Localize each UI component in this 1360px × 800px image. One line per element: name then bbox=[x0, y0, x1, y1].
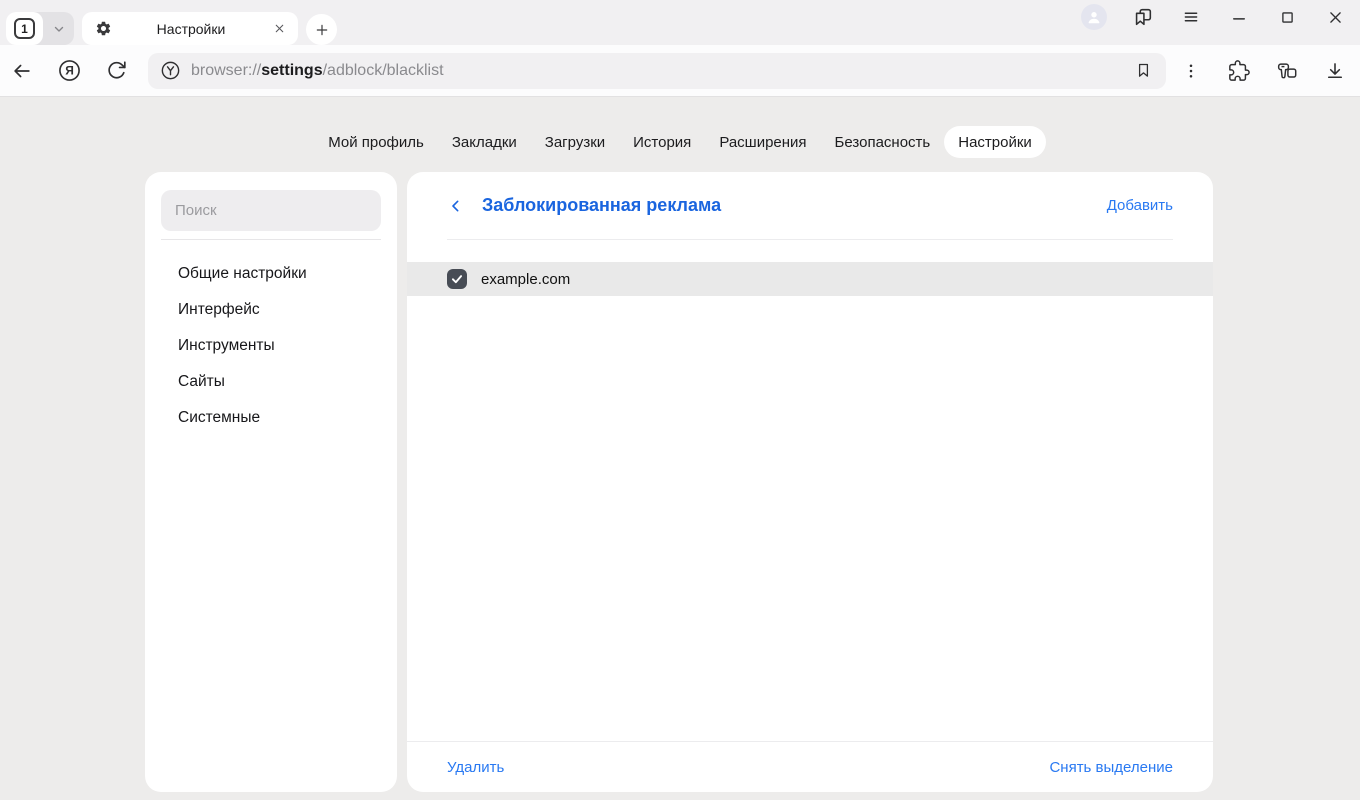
row-domain: example.com bbox=[481, 271, 570, 288]
gear-icon bbox=[95, 20, 112, 37]
address-bar[interactable]: browser://settings/adblock/blacklist bbox=[148, 53, 1166, 89]
nav-tab-profile[interactable]: Мой профиль bbox=[314, 126, 438, 158]
new-tab-button[interactable] bbox=[306, 14, 337, 45]
bookmark-icon[interactable] bbox=[1128, 56, 1158, 86]
page-title: Заблокированная реклама bbox=[482, 195, 721, 216]
reload-icon[interactable] bbox=[104, 59, 128, 83]
sidebar-item-interface[interactable]: Интерфейс bbox=[145, 292, 397, 328]
search-input[interactable] bbox=[161, 190, 381, 231]
browser-window: 1 Настройки bbox=[0, 0, 1360, 800]
sidebar-item-sites[interactable]: Сайты bbox=[145, 364, 397, 400]
panel-footer: Удалить Снять выделение bbox=[407, 742, 1213, 792]
row-checkbox-checked[interactable] bbox=[447, 269, 467, 289]
sidebar-item-general[interactable]: Общие настройки bbox=[145, 256, 397, 292]
svg-text:Я: Я bbox=[65, 64, 74, 78]
toolbar-right bbox=[1179, 59, 1360, 83]
url-highlight: settings bbox=[261, 62, 322, 79]
nav-tab-security[interactable]: Безопасность bbox=[821, 126, 945, 158]
settings-nav: Мой профиль Закладки Загрузки История Ра… bbox=[0, 126, 1360, 158]
nav-tab-extensions[interactable]: Расширения bbox=[705, 126, 820, 158]
tab-count-button[interactable]: 1 bbox=[6, 12, 43, 45]
url-text[interactable]: browser://settings/adblock/blacklist bbox=[191, 62, 1128, 80]
minimize-icon[interactable] bbox=[1227, 5, 1251, 29]
tab-count-badge: 1 bbox=[14, 18, 35, 39]
protect-icon bbox=[160, 60, 181, 81]
menu-icon[interactable] bbox=[1179, 5, 1203, 29]
sidebar-items: Общие настройки Интерфейс Инструменты Са… bbox=[145, 256, 397, 436]
bookmarks-panel-icon[interactable] bbox=[1131, 5, 1155, 29]
back-button[interactable] bbox=[10, 59, 34, 83]
blacklist-row[interactable]: example.com bbox=[407, 262, 1213, 296]
tab-group-button[interactable]: 1 bbox=[6, 12, 74, 45]
nav-tab-bookmarks[interactable]: Закладки bbox=[438, 126, 531, 158]
yandex-logo-icon[interactable]: Я bbox=[57, 59, 81, 83]
tab-close-icon[interactable] bbox=[270, 20, 288, 38]
url-suffix: /adblock/blacklist bbox=[323, 62, 444, 79]
nav-tab-settings[interactable]: Настройки bbox=[944, 126, 1046, 158]
maximize-icon[interactable] bbox=[1275, 5, 1299, 29]
toolbar: Я browser://settings/adblock/blacklist bbox=[0, 45, 1360, 97]
add-button[interactable]: Добавить bbox=[1107, 197, 1173, 214]
downloads-icon[interactable] bbox=[1323, 59, 1347, 83]
settings-sidebar: Общие настройки Интерфейс Инструменты Са… bbox=[145, 172, 397, 792]
header-divider bbox=[447, 239, 1173, 240]
tab-settings[interactable]: Настройки bbox=[82, 12, 298, 45]
close-icon[interactable] bbox=[1323, 5, 1347, 29]
plus-icon bbox=[314, 22, 330, 38]
panel-header: Заблокированная реклама Добавить bbox=[407, 172, 1213, 239]
tab-strip: 1 Настройки bbox=[0, 0, 1360, 45]
nav-tab-downloads[interactable]: Загрузки bbox=[531, 126, 619, 158]
settings-page: Мой профиль Закладки Загрузки История Ра… bbox=[0, 97, 1360, 800]
sidebar-item-system[interactable]: Системные bbox=[145, 400, 397, 436]
deselect-button[interactable]: Снять выделение bbox=[1049, 759, 1173, 776]
kebab-menu-icon[interactable] bbox=[1179, 59, 1203, 83]
tab-title: Настройки bbox=[112, 21, 270, 37]
window-controls bbox=[1081, 4, 1347, 30]
sidebar-divider bbox=[161, 239, 381, 240]
blocked-ads-panel: Заблокированная реклама Добавить example… bbox=[407, 172, 1213, 792]
passwords-key-icon[interactable] bbox=[1275, 59, 1299, 83]
extensions-puzzle-icon[interactable] bbox=[1227, 59, 1251, 83]
url-prefix: browser:// bbox=[191, 62, 261, 79]
chevron-down-icon[interactable] bbox=[43, 12, 74, 45]
profile-avatar[interactable] bbox=[1081, 4, 1107, 30]
delete-button[interactable]: Удалить bbox=[447, 759, 504, 776]
person-icon bbox=[1085, 8, 1103, 26]
nav-tab-history[interactable]: История bbox=[619, 126, 705, 158]
sidebar-item-tools[interactable]: Инструменты bbox=[145, 328, 397, 364]
back-chevron-icon[interactable] bbox=[447, 197, 465, 215]
